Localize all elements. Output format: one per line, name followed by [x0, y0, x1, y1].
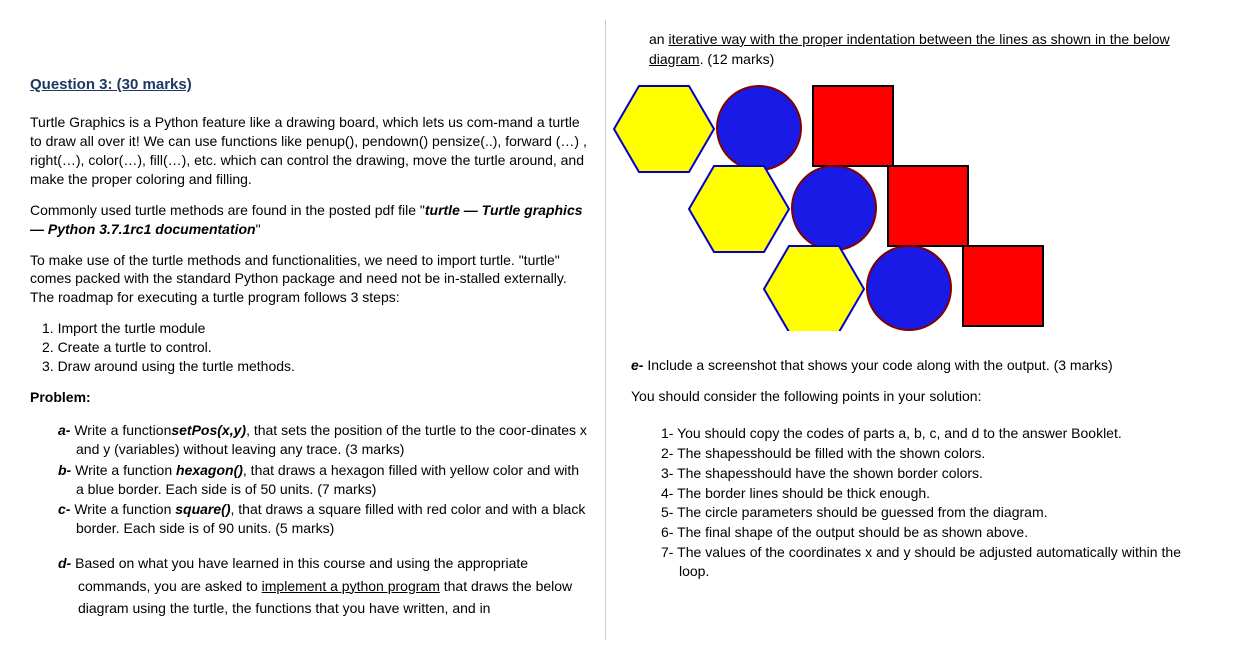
square-icon — [888, 166, 968, 246]
fn-hexagon: hexagon() — [176, 462, 243, 478]
lead-d: d- — [58, 555, 71, 571]
d-cont-post: . (12 marks) — [700, 51, 775, 67]
point-item: 7- The values of the coordinates x and y… — [661, 543, 1181, 581]
problem-sub-list: a- Write a functionsetPos(x,y), that set… — [58, 421, 590, 538]
point-item: 2- The shapesshould be filled with the s… — [661, 444, 1181, 463]
hexagon-icon — [764, 246, 864, 331]
d-underline: implement a python program — [262, 578, 440, 594]
item-b: b- Write a function hexagon(), that draw… — [58, 461, 590, 499]
problem-label: Problem: — [30, 388, 590, 407]
c-pre: Write a function — [70, 501, 175, 517]
fn-setpos: setPos(x,y) — [171, 422, 246, 438]
item-a: a- Write a functionsetPos(x,y), that set… — [58, 421, 590, 459]
intro-paragraph-3: To make use of the turtle methods and fu… — [30, 251, 590, 308]
item-c: c- Write a function square(), that draws… — [58, 500, 590, 538]
right-column: an iterative way with the proper indenta… — [606, 20, 1196, 640]
item-d: d- Based on what you have learned in thi… — [58, 552, 590, 619]
lead-e: e- — [631, 357, 643, 373]
circle-icon — [867, 246, 951, 330]
steps-list: 1. Import the turtle module 2. Create a … — [42, 319, 590, 376]
b-pre: Write a function — [71, 462, 176, 478]
item-e: e- Include a screenshot that shows your … — [631, 356, 1181, 375]
step-item: 1. Import the turtle module — [42, 319, 590, 338]
point-item: 4- The border lines should be thick enou… — [661, 484, 1181, 503]
hexagon-icon — [614, 86, 714, 172]
lead-c: c- — [58, 501, 70, 517]
circle-icon — [792, 166, 876, 250]
point-item: 3- The shapesshould have the shown borde… — [661, 464, 1181, 483]
points-list: 1- You should copy the codes of parts a,… — [661, 424, 1181, 581]
row-1 — [614, 86, 893, 172]
step-item: 3. Draw around using the turtle methods. — [42, 357, 590, 376]
intro2-post: " — [256, 221, 261, 237]
point-item: 1- You should copy the codes of parts a,… — [661, 424, 1181, 443]
row-3 — [764, 246, 1043, 331]
lead-a: a- — [58, 422, 70, 438]
square-icon — [813, 86, 893, 166]
lead-b: b- — [58, 462, 71, 478]
a-pre: Write a function — [70, 422, 171, 438]
hexagon-icon — [689, 166, 789, 252]
points-intro: You should consider the following points… — [631, 387, 1181, 406]
point-item: 5- The circle parameters should be guess… — [661, 503, 1181, 522]
square-icon — [963, 246, 1043, 326]
circle-icon — [717, 86, 801, 170]
question-title: Question 3: (30 marks) — [30, 75, 590, 95]
d-cont-pre: an — [649, 31, 668, 47]
intro2-pre: Commonly used turtle methods are found i… — [30, 202, 425, 218]
point-item: 6- The final shape of the output should … — [661, 523, 1181, 542]
e-text: Include a screenshot that shows your cod… — [643, 357, 1112, 373]
fn-square: square() — [175, 501, 230, 517]
left-column: Question 3: (30 marks) Turtle Graphics i… — [15, 20, 605, 640]
shapes-diagram — [581, 81, 1181, 336]
step-item: 2. Create a turtle to control. — [42, 338, 590, 357]
row-2 — [689, 166, 968, 252]
intro-paragraph-1: Turtle Graphics is a Python feature like… — [30, 113, 590, 189]
d-continuation: an iterative way with the proper indenta… — [649, 30, 1181, 69]
diagram-svg — [581, 81, 1061, 331]
intro-paragraph-2: Commonly used turtle methods are found i… — [30, 201, 590, 239]
